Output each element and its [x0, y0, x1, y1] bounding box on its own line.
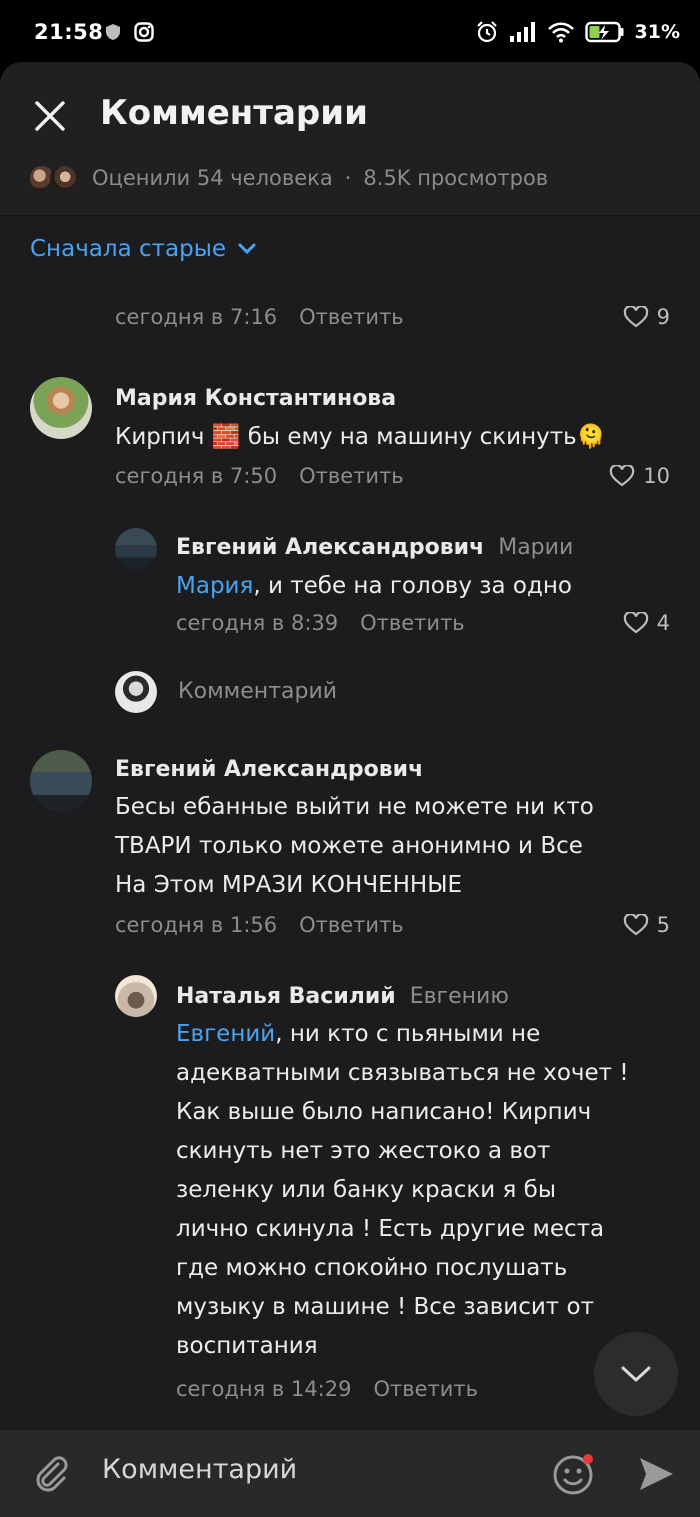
like-button[interactable]: 4: [623, 611, 670, 635]
comment-author: Наталья Василий Евгению: [176, 984, 509, 1009]
mention-link[interactable]: Мария: [176, 573, 253, 599]
comment-author: Евгений Александрович Марии: [176, 535, 573, 560]
comment-meta: сегодня в 1:56 Ответить: [115, 913, 404, 937]
comment-line: лично скинула ! Есть другие места: [176, 1216, 605, 1242]
avatar: [115, 671, 157, 713]
comment-time: сегодня в 7:16: [115, 305, 278, 329]
comment-line: адекватными связываться не хочет !: [176, 1060, 629, 1086]
comment-text: Мария, и тебе на голову за одно: [176, 567, 572, 606]
mention-link[interactable]: Евгений: [176, 1021, 275, 1047]
comment-line: Евгений, ни кто с пьяными не: [176, 1015, 629, 1054]
comment-meta: сегодня в 8:39 Ответить: [176, 611, 465, 635]
comment-line: где можно спокойно послушать: [176, 1255, 568, 1281]
raters-avatars[interactable]: [28, 164, 78, 192]
comment-author[interactable]: Евгений Александрович: [115, 757, 423, 782]
melting-face-emoji: 🫠: [576, 424, 606, 450]
heart-icon: [623, 612, 648, 634]
comment-line: Бесы ебанные выйти не можете ни кто: [115, 794, 594, 820]
comment-text-part: , ни кто с пьяными не: [275, 1021, 541, 1047]
reply-to[interactable]: Евгению: [410, 984, 509, 1009]
chevron-down-icon: [238, 243, 256, 255]
heart-icon: [610, 465, 635, 487]
like-count: 10: [643, 464, 670, 488]
comment-text: Бесы ебанные выйти не можете ни кто ТВАР…: [115, 788, 594, 905]
battery-icon: [584, 21, 624, 43]
comment-text-part: , и тебе на голову за одно: [253, 573, 572, 599]
heart-icon: [623, 914, 648, 936]
post-stats: Оценили 54 человека · 8.5K просмотров: [28, 164, 548, 192]
comment-meta: сегодня в 7:50 Ответить: [115, 464, 404, 488]
wifi-icon: [547, 22, 574, 43]
views-count: 8.5K просмотров: [363, 166, 549, 190]
comment-line: зеленку или банку краски я бы: [176, 1177, 556, 1203]
rated-count[interactable]: Оценили 54 человека: [92, 166, 333, 190]
close-icon: [35, 101, 65, 131]
reply-author[interactable]: Евгений Александрович: [176, 535, 484, 560]
like-count: 4: [656, 611, 670, 635]
comment-meta: сегодня в 7:16 Ответить: [115, 305, 404, 329]
comment-text-part: Кирпич: [115, 424, 212, 450]
comment-line: ТВАРИ только можете анонимно и Все: [115, 833, 583, 859]
close-button[interactable]: [26, 92, 74, 140]
reply-button[interactable]: Ответить: [360, 611, 465, 635]
instagram-icon: [134, 22, 154, 42]
comment-time: сегодня в 8:39: [176, 611, 339, 635]
comment-input[interactable]: Комментарий: [102, 1454, 297, 1485]
comments-sheet: Комментарии Оценили 54 человека · 8.5K п…: [0, 62, 700, 1517]
comment-line: музыку в машине ! Все зависит от: [176, 1294, 594, 1320]
like-button[interactable]: 5: [623, 913, 670, 937]
chevron-down-icon: [621, 1366, 651, 1382]
reply-button[interactable]: Ответить: [299, 305, 404, 329]
sheet-header: Комментарии Оценили 54 человека · 8.5K п…: [0, 62, 700, 216]
like-count: 5: [656, 913, 670, 937]
comment-line: На Этом МРАЗИ КОНЧЕННЫЕ: [115, 872, 463, 898]
like-button[interactable]: 10: [609, 464, 670, 488]
send-icon: [640, 1458, 673, 1490]
scroll-down-button[interactable]: [594, 1332, 678, 1416]
paperclip-icon: [36, 1456, 68, 1492]
separator: ·: [344, 166, 352, 190]
comment-line: скинуть нет это жестоко а вот: [176, 1138, 551, 1164]
like-count: 9: [656, 305, 670, 329]
emoji-button[interactable]: [552, 1451, 598, 1497]
avatar[interactable]: [30, 377, 92, 439]
comment-time: сегодня в 14:29: [176, 1377, 352, 1401]
notification-dot: [583, 1454, 593, 1464]
reply-button[interactable]: Ответить: [299, 464, 404, 488]
attach-button[interactable]: [30, 1452, 72, 1494]
smile-icon: [553, 1454, 593, 1495]
reply-input[interactable]: Комментарий: [178, 679, 337, 704]
comment-text: Кирпич 🧱 бы ему на машину скинуть🫠: [115, 418, 605, 457]
avatar[interactable]: [30, 750, 92, 812]
comment-text: Евгений, ни кто с пьяными не адекватными…: [176, 1015, 629, 1366]
status-bar: 21:58 31%: [0, 0, 700, 62]
page-title: Комментарии: [100, 93, 368, 133]
avatar[interactable]: [115, 528, 157, 570]
brick-emoji: 🧱: [211, 424, 241, 450]
comment-line: воспитания: [176, 1333, 318, 1359]
sort-label: Сначала старые: [30, 236, 227, 262]
shield-icon: [106, 24, 120, 40]
comment-meta: сегодня в 14:29 Ответить: [176, 1377, 478, 1401]
comment-text-part: бы ему на машину скинуть: [240, 424, 577, 450]
avatar[interactable]: [115, 975, 157, 1017]
reply-button[interactable]: Ответить: [299, 913, 404, 937]
sort-dropdown[interactable]: Сначала старые: [30, 236, 256, 262]
like-button[interactable]: 9: [623, 305, 670, 329]
signal-icon: [509, 22, 535, 42]
heart-icon: [623, 306, 648, 328]
reply-button[interactable]: Ответить: [373, 1377, 478, 1401]
reply-to[interactable]: Марии: [498, 535, 573, 560]
comment-author[interactable]: Мария Константинова: [115, 386, 396, 411]
avatar: [50, 164, 78, 192]
status-time: 21:58: [34, 20, 104, 44]
comment-line: Как выше было написано! Кирпич: [176, 1099, 592, 1125]
alarm-icon: [476, 21, 497, 43]
send-button[interactable]: [636, 1454, 676, 1494]
comment-time: сегодня в 7:50: [115, 464, 278, 488]
reply-author[interactable]: Наталья Василий: [176, 984, 396, 1009]
comment-time: сегодня в 1:56: [115, 913, 278, 937]
battery-percent: 31%: [634, 21, 680, 43]
comment-composer: Комментарий: [0, 1430, 700, 1517]
